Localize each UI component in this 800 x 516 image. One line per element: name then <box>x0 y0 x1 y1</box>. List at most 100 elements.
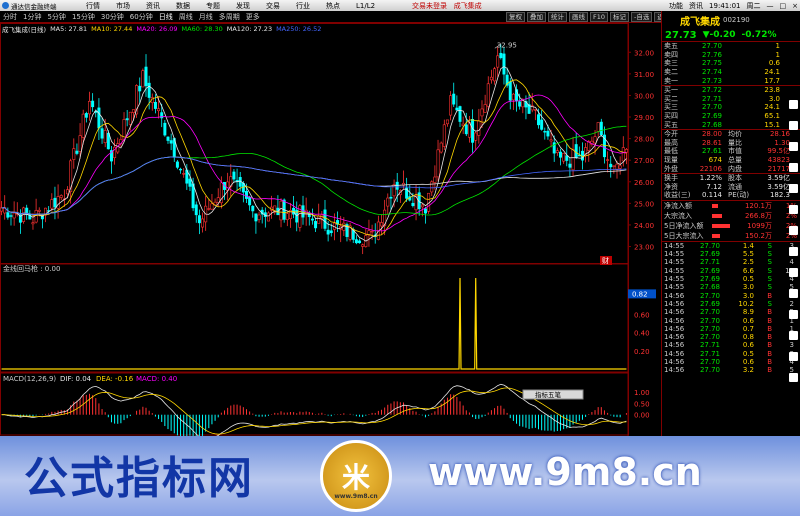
side-tool-icon[interactable] <box>788 205 798 214</box>
tick-row: 14:5627.708.9B5 <box>662 308 800 316</box>
top-link[interactable]: 资讯 <box>689 1 703 11</box>
side-tool-icon[interactable] <box>788 163 798 172</box>
candle-body <box>78 135 82 152</box>
level-price: 27.71 <box>701 94 722 103</box>
macd-dif-label: DIF: 0.04 <box>60 375 92 383</box>
period-tab[interactable]: 1分钟 <box>20 13 44 21</box>
side-tool-icon[interactable] <box>788 100 798 109</box>
period-tab[interactable]: 分时 <box>0 13 20 21</box>
tick-volume: 2.5 <box>742 258 754 267</box>
candle-body <box>153 101 157 109</box>
price-tick-label: 30.00 <box>634 92 654 100</box>
candle-body <box>480 108 484 117</box>
candle-body <box>489 76 493 81</box>
toolbar-button[interactable]: 画线 <box>569 11 588 22</box>
tick-list[interactable]: 14:5527.701.4S314:5527.695.5S414:5527.71… <box>662 240 800 375</box>
tick-time: 14:56 <box>664 341 685 350</box>
side-tool-icon[interactable] <box>788 121 798 130</box>
flow-bar <box>712 213 732 218</box>
candle-body <box>84 113 88 118</box>
side-tool-icon[interactable] <box>788 268 798 277</box>
period-tab[interactable]: 月线 <box>196 13 216 21</box>
side-tool-icon[interactable] <box>788 184 798 193</box>
order-book: 卖五 27.70 1 卖四 27.76 1 卖三 27.75 0.6 卖二 27.74 24.1 卖一 2… <box>662 41 800 129</box>
finance-tag-label: 财 <box>602 256 609 265</box>
kline-chart[interactable]: 32.00 31.00 30.00 29.00 28.00 27.00 26.00 25.00… <box>0 23 661 436</box>
toolbar-button[interactable]: F10 <box>590 11 609 22</box>
price-tick-label: 31.00 <box>634 71 654 79</box>
menu-item[interactable]: 交易 <box>258 2 288 10</box>
tick-time: 14:56 <box>664 366 685 375</box>
toolbar-button[interactable]: 复权 <box>506 11 525 22</box>
side-tool-icon[interactable] <box>788 142 798 151</box>
menu-item[interactable]: 资讯 <box>138 2 168 10</box>
ma-label: MA60: 28.30 <box>181 24 223 33</box>
side-tool-icon[interactable] <box>788 226 798 235</box>
menu-item[interactable]: 专题 <box>198 2 228 10</box>
top-link[interactable]: 周二 <box>747 1 761 11</box>
candle-body <box>599 121 603 136</box>
candle-body <box>257 214 261 220</box>
period-tab[interactable]: 5分钟 <box>44 13 68 21</box>
side-tool-icon[interactable] <box>788 331 798 340</box>
period-tab[interactable]: 30分钟 <box>98 13 127 21</box>
side-tool-icon[interactable] <box>788 352 798 361</box>
toolbar-button[interactable]: 叠加 <box>527 11 546 22</box>
side-tool-icon[interactable] <box>788 373 798 382</box>
indicator-tick-label: 0.60 <box>634 311 650 319</box>
candle-body <box>574 144 578 158</box>
fund-value: 1.22% <box>699 174 722 183</box>
toolbar-button[interactable]: 标记 <box>610 11 630 22</box>
period-tab[interactable]: 60分钟 <box>127 13 156 21</box>
candle-body <box>449 95 453 116</box>
side-tool-icon[interactable] <box>788 310 798 319</box>
menu-item[interactable]: L1/L2 <box>348 2 383 10</box>
top-link[interactable]: 功能 <box>669 1 683 11</box>
macd-pane-frame <box>0 372 629 436</box>
tick-time: 14:56 <box>664 357 685 366</box>
menu-item[interactable]: 市场 <box>108 2 138 10</box>
tick-time: 14:56 <box>664 299 685 308</box>
tick-volume: 10.2 <box>738 299 754 308</box>
candle-body <box>609 163 613 168</box>
menu-item[interactable]: 发现 <box>228 2 258 10</box>
candle-body <box>493 68 497 82</box>
window-title: 交易未登录 成飞集成 <box>412 1 482 10</box>
level-price: 27.69 <box>701 112 722 121</box>
logo-icon <box>2 2 9 9</box>
last-price: 27.73 <box>665 29 697 41</box>
candle-body <box>540 119 544 130</box>
stat-row: 外盘 22106 内盘 21717 <box>662 164 800 173</box>
period-tab[interactable]: 更多 <box>243 13 263 21</box>
period-tab[interactable]: 15分钟 <box>69 13 98 21</box>
candle-body <box>314 221 318 229</box>
menu-item[interactable]: 数据 <box>168 2 198 10</box>
banner-logo: 米 www.9m8.cn <box>320 440 392 512</box>
tick-price: 27.70 <box>699 357 720 366</box>
candle-body <box>439 142 443 153</box>
period-tab[interactable]: 多周期 <box>216 13 243 21</box>
minimize-icon[interactable]: — <box>767 2 774 10</box>
stat-label: 内盘 <box>728 164 742 173</box>
period-tab[interactable]: 周线 <box>176 13 196 21</box>
candle-body <box>50 199 54 209</box>
toolbar-button[interactable]: 统计 <box>548 11 567 22</box>
side-tool-icon[interactable] <box>788 247 798 256</box>
tick-side: S <box>767 250 772 259</box>
period-tab[interactable]: 日线 <box>156 13 176 21</box>
candle-body <box>157 108 161 112</box>
tick-row: 14:56 27.70 0.7 B 1 <box>662 325 800 333</box>
menu-item[interactable]: 热点 <box>318 2 348 10</box>
maximize-icon[interactable]: □ <box>780 2 787 10</box>
candle-body <box>122 119 126 140</box>
level-volume: 24.1 <box>764 68 780 77</box>
menu-item[interactable]: 行业 <box>288 2 318 10</box>
stat-value: 28.16 <box>769 130 790 139</box>
main-menu: 行情 市场 资讯 数据 专题 发现 交易 行业 热点 L1/L2 <box>78 1 383 11</box>
close-icon[interactable]: × <box>792 2 798 10</box>
toolbar-button[interactable]: -自选 <box>631 11 653 22</box>
macd-title: MACD(12,26,9) <box>3 375 56 383</box>
tick-time: 14:56 <box>664 291 685 300</box>
side-tool-icon[interactable] <box>788 289 798 298</box>
menu-item[interactable]: 行情 <box>78 2 108 10</box>
